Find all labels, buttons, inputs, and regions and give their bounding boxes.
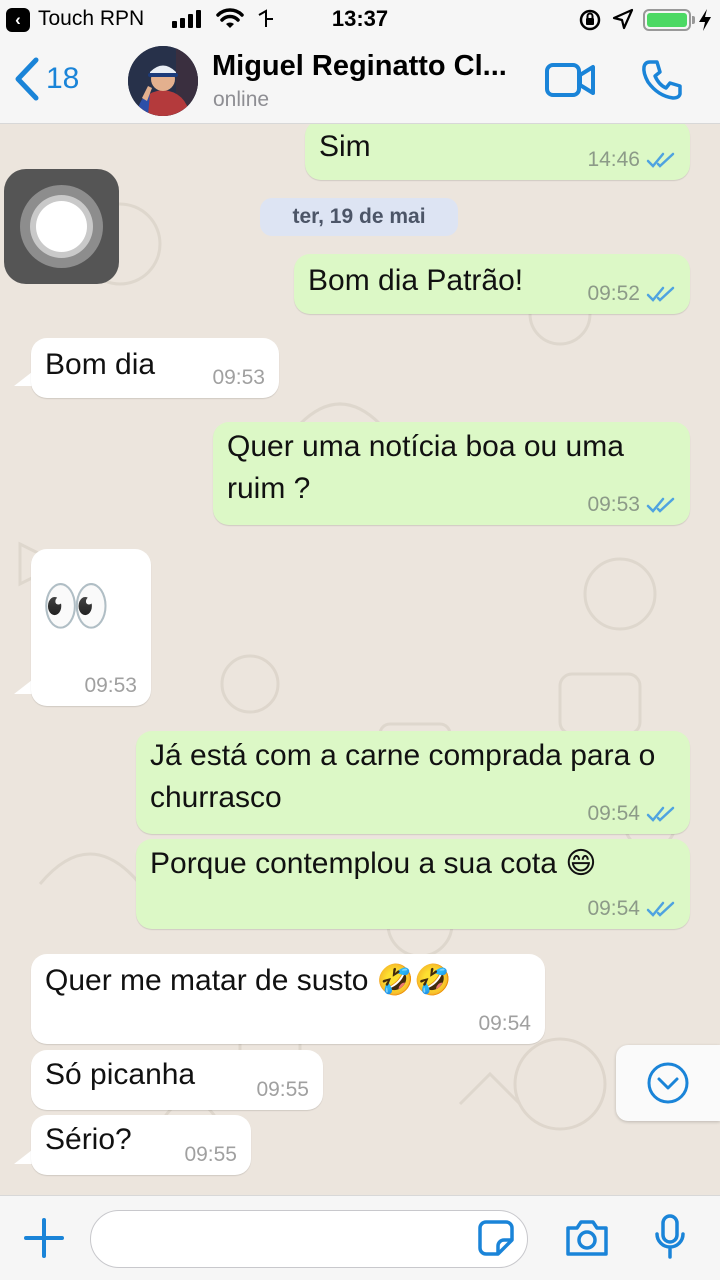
navigation-arrow-icon bbox=[612, 8, 634, 30]
message-time: 09:54 bbox=[587, 802, 640, 825]
microphone-icon[interactable] bbox=[654, 1214, 686, 1260]
plus-icon[interactable] bbox=[24, 1218, 64, 1258]
avatar-photo-icon bbox=[128, 46, 198, 116]
read-ticks-icon bbox=[646, 497, 675, 513]
message-time: 09:53 bbox=[84, 674, 137, 697]
bubble-tail bbox=[14, 1150, 32, 1164]
message-text: Sim bbox=[319, 130, 371, 163]
message-outgoing[interactable]: Bom dia Patrão! 09:52 bbox=[294, 254, 690, 314]
phone-call-icon[interactable] bbox=[640, 58, 684, 102]
unread-count: 18 bbox=[46, 62, 80, 95]
contact-status: online bbox=[213, 88, 270, 111]
battery-icon bbox=[643, 9, 691, 31]
message-text: Porque contemplou a sua cota 😄 bbox=[150, 847, 597, 880]
back-button[interactable]: 18 bbox=[14, 56, 79, 102]
message-time: 09:53 bbox=[587, 493, 640, 516]
message-time: 09:52 bbox=[587, 282, 640, 305]
bubble-tail bbox=[14, 680, 32, 694]
message-outgoing[interactable]: Sim 14:46 bbox=[305, 124, 690, 180]
camera-icon[interactable] bbox=[564, 1218, 610, 1258]
video-call-icon[interactable] bbox=[544, 62, 596, 98]
message-incoming[interactable]: 👀 09:53 bbox=[31, 549, 151, 706]
chat-header: 18 Miguel Reginatto Cl... online bbox=[0, 40, 720, 124]
message-time: 09:54 bbox=[478, 1012, 531, 1035]
assistive-touch-button[interactable] bbox=[4, 169, 119, 284]
message-time: 09:54 bbox=[587, 897, 640, 920]
message-input[interactable] bbox=[90, 1210, 528, 1268]
input-bar bbox=[0, 1195, 720, 1280]
message-incoming[interactable]: Quer me matar de susto 🤣🤣 09:54 bbox=[31, 954, 545, 1044]
message-time: 09:55 bbox=[256, 1078, 309, 1101]
message-text: Bom dia bbox=[45, 348, 156, 381]
message-outgoing[interactable]: Quer uma notícia boa ou uma ruim ? 09:53 bbox=[213, 422, 690, 525]
message-text: Bom dia Patrão! bbox=[308, 264, 524, 297]
battery-tip bbox=[692, 16, 695, 24]
read-ticks-icon bbox=[646, 806, 675, 822]
sticker-icon[interactable] bbox=[478, 1220, 514, 1256]
message-outgoing[interactable]: Já está com a carne comprada para o chur… bbox=[136, 731, 690, 834]
message-emoji: 👀 bbox=[41, 574, 111, 637]
message-time: 14:46 bbox=[587, 148, 640, 171]
message-incoming[interactable]: Bom dia 09:53 bbox=[31, 338, 279, 398]
message-incoming[interactable]: Sério? 09:55 bbox=[31, 1115, 251, 1175]
status-bar: ‹ Touch RPN 13:37 bbox=[0, 0, 720, 40]
message-text: Já está com a carne comprada para o chur… bbox=[150, 739, 656, 814]
message-text: Quer uma notícia boa ou uma ruim ? bbox=[227, 430, 624, 505]
avatar[interactable] bbox=[128, 46, 198, 116]
read-ticks-icon bbox=[646, 152, 675, 168]
charging-bolt-icon bbox=[699, 9, 711, 31]
message-outgoing[interactable]: Porque contemplou a sua cota 😄 09:54 bbox=[136, 839, 690, 929]
read-ticks-icon bbox=[646, 286, 675, 302]
contact-name[interactable]: Miguel Reginatto Cl... bbox=[212, 50, 507, 83]
message-text: Quer me matar de susto 🤣🤣 bbox=[45, 964, 452, 997]
message-text: Sério? bbox=[45, 1123, 132, 1156]
scroll-to-bottom-button[interactable] bbox=[616, 1045, 720, 1121]
date-separator: ter, 19 de mai bbox=[260, 198, 458, 236]
message-incoming[interactable]: Só picanha 09:55 bbox=[31, 1050, 323, 1110]
chevron-left-icon bbox=[15, 57, 39, 101]
chevron-down-circle-icon bbox=[647, 1062, 689, 1104]
message-text: Só picanha bbox=[45, 1058, 196, 1091]
message-time: 09:53 bbox=[212, 366, 265, 389]
chat-area[interactable]: Sim 14:46 ter, 19 de mai Bom dia Patrão!… bbox=[0, 124, 720, 1195]
message-time: 09:55 bbox=[184, 1143, 237, 1166]
read-ticks-icon bbox=[646, 901, 675, 917]
bubble-tail bbox=[14, 372, 32, 386]
rotation-lock-icon bbox=[579, 9, 601, 31]
